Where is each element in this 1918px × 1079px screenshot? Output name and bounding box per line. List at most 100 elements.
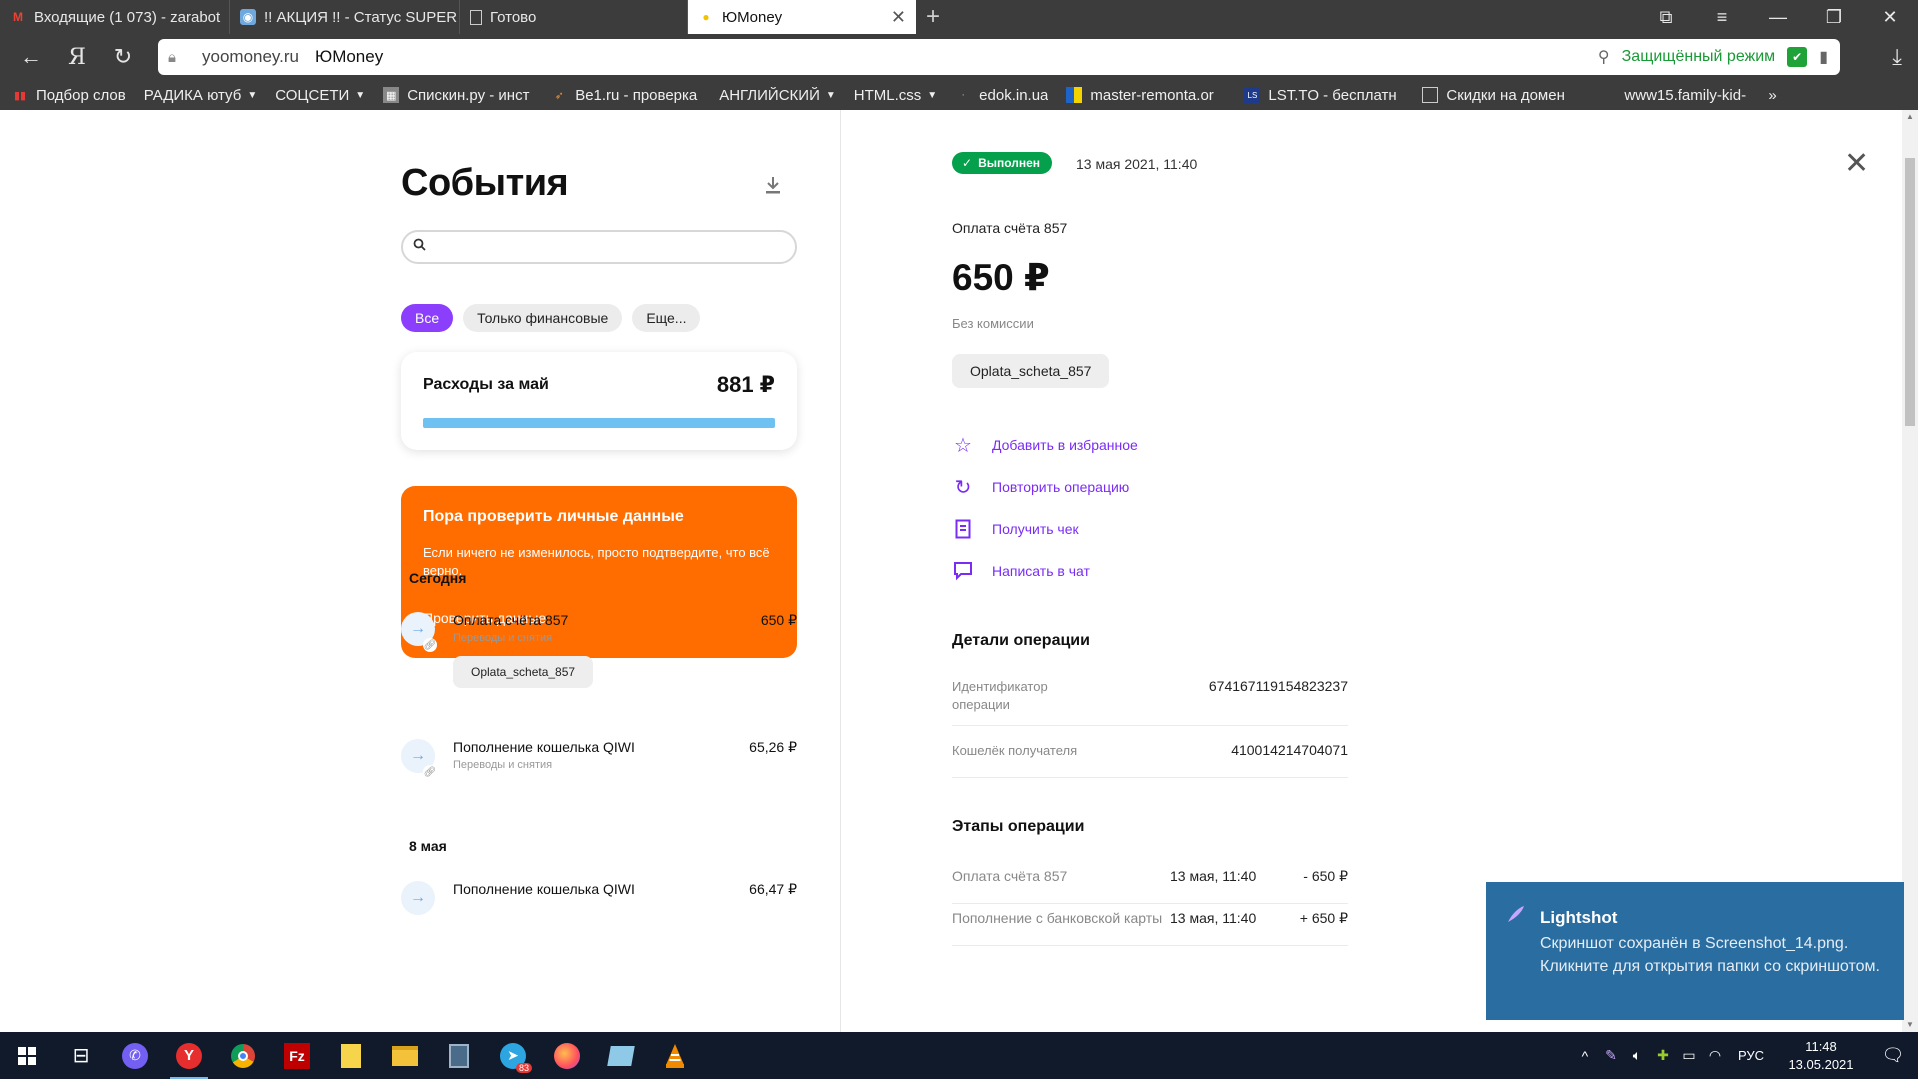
restore-icon[interactable]: ❐ [1806,0,1862,34]
close-tab-icon[interactable]: ✕ [883,7,906,28]
bookmark-item[interactable]: LS LST.TO - бесплатн [1244,87,1404,104]
add-favorite-button[interactable]: ☆ Добавить в избранное [952,432,1138,458]
lock-icon[interactable]: 🔒︎ [168,49,188,66]
search-input[interactable] [401,230,797,264]
bookmark-item[interactable]: ▮▮ Подбор слов [12,87,126,104]
tab-gmail[interactable]: M Входящие (1 073) - zarabot [0,0,230,34]
chevron-down-icon: ▼ [825,89,836,101]
tab-yoomoney[interactable]: ● ЮMoney ✕ [688,0,916,34]
tab-bar: M Входящие (1 073) - zarabot ◉ !! АКЦИЯ … [0,0,1918,34]
promo-title: Пора проверить личные данные [423,508,684,525]
stage-name: Оплата счёта 857 [952,868,1068,884]
scroll-down-icon[interactable]: ▼ [1902,1018,1918,1032]
bookmark-item[interactable]: Скидки на домен [1422,87,1582,104]
telegram-icon[interactable]: ➤ 83 [486,1032,540,1079]
detail-amount: 650 ₽ [952,257,1050,298]
bookmark-item[interactable]: ➶ Be1.ru - проверка [551,87,701,104]
operation-tag[interactable]: Oplata_scheta_857 [453,656,594,688]
list-item[interactable]: → 🔗︎ Оплата счёта 857 Переводы и снятия … [401,606,797,696]
reload-button[interactable]: ↻ [100,34,146,80]
minimize-icon[interactable]: — [1750,0,1806,34]
close-window-icon[interactable]: ✕ [1862,0,1918,34]
download-icon[interactable] [762,174,786,198]
language-indicator[interactable]: РУС [1738,1048,1764,1063]
file-explorer-icon[interactable] [378,1032,432,1079]
scroll-up-icon[interactable]: ▲ [1902,110,1918,124]
volume-icon[interactable]: 🔈︎ [1624,1047,1650,1064]
filter-all[interactable]: Все [401,304,454,332]
chrome-icon[interactable] [216,1032,270,1079]
stage-sum: - 650 ₽ [1303,868,1348,884]
bookmarks-bar: ▮▮ Подбор слов РАДИКА ютуб ▼ СОЦСЕТИ ▼ ▦ Спи… [0,80,1918,110]
notes-icon[interactable] [594,1032,648,1079]
download-icon[interactable]: ⤓ [1892,34,1902,80]
menu-icon[interactable]: ≡ [1694,0,1750,34]
bookmark-item[interactable]: ▦ Спискин.ру - инст [383,87,533,104]
repeat-operation-button[interactable]: ↻ Повторить операцию [952,474,1130,500]
new-tab-button[interactable]: + [916,0,950,34]
bookmark-folder[interactable]: АНГЛИЙСКИЙ ▼ [719,87,836,104]
operation-category: Переводы и снятия [453,632,553,644]
tab-akcia[interactable]: ◉ !! АКЦИЯ !! - Статус SUPER [230,0,460,34]
write-chat-button[interactable]: Написать в чат [952,558,1090,584]
taskbar: ⊟ ✆ Y Fz ➤ 83 ^ ✎ 🔈︎ ✚ ▭ ◠ РУС 11:48 13.… [0,1032,1918,1079]
lightshot-notification[interactable]: Lightshot Скриншот сохранён в Screenshot… [1486,882,1904,1020]
filter-financial[interactable]: Только финансовые [463,304,623,332]
list-item[interactable]: → Пополнение кошелька QIWI 66,47 ₽ [401,875,797,935]
vlc-icon[interactable] [648,1032,702,1079]
expense-progress [423,418,775,428]
chart-icon: ▮▮ [13,89,27,102]
lightshot-tray-icon[interactable]: ✎ [1598,1047,1624,1064]
windows-start-icon[interactable] [0,1032,54,1079]
filezilla-icon[interactable]: Fz [270,1032,324,1079]
detail-fee: Без комиссии [952,316,1034,331]
detail-value: 674167119154823237 [1208,678,1348,694]
page-scrollbar[interactable]: ▲ ▼ [1902,110,1918,1032]
firefox-icon[interactable] [540,1032,594,1079]
battery-icon[interactable]: ▭ [1676,1047,1702,1064]
wifi-icon[interactable]: ◠ [1702,1047,1728,1064]
url-field[interactable]: 🔒︎ yoomoney.ru ЮMoney ⚲ Защищённый режим… [158,39,1840,75]
search-icon[interactable]: ⚲ [1598,47,1610,67]
chevron-up-icon[interactable]: ^ [1572,1048,1598,1064]
more-bookmarks-icon[interactable]: » [1768,87,1776,104]
yandex-icon[interactable]: Я [54,34,100,80]
calculator-icon[interactable] [432,1032,486,1079]
notifications-icon[interactable]: 🗨︎ [1868,1045,1918,1066]
expense-card[interactable]: Расходы за май 881 ₽ [401,352,797,450]
close-icon[interactable]: ✕ [1844,146,1869,181]
arrow-right-icon: → [401,881,435,915]
clock[interactable]: 11:48 13.05.2021 [1774,1038,1868,1074]
back-button[interactable]: ← [8,34,54,80]
yandex-browser-icon[interactable]: Y [162,1032,216,1079]
detail-tag[interactable]: Oplata_scheta_857 [952,354,1110,388]
operation-date: 13 мая 2021, 11:40 [1076,156,1198,172]
plus-tray-icon[interactable]: ✚ [1650,1047,1676,1064]
list-item[interactable]: → 🔗︎ Пополнение кошелька QIWI Переводы и… [401,733,797,793]
bookmark-item[interactable]: master-remonta.or [1066,87,1226,104]
tab-title: Готово [490,8,537,26]
task-view-icon[interactable]: ⊟ [54,1032,108,1079]
bookmark-folder[interactable]: РАДИКА ютуб ▼ [144,87,257,104]
filter-more[interactable]: Еще... [632,304,701,332]
protected-mode-label[interactable]: Защищённый режим [1622,48,1776,66]
viber-icon[interactable]: ✆ [108,1032,162,1079]
operation-title: Пополнение кошелька QIWI [453,881,635,897]
site-icon: · [961,89,965,101]
bookmarks-panel-icon[interactable]: ⧉ [1638,0,1694,34]
shield-icon[interactable]: ✔ [1787,47,1808,67]
expense-label: Расходы за май [423,376,549,393]
bookmark-icon[interactable]: ▮ [1819,47,1828,67]
bookmark-folder[interactable]: СОЦСЕТИ ▼ [275,87,365,104]
page-icon [1422,87,1439,103]
bookmark-item[interactable]: · edok.in.ua [955,87,1048,104]
bookmark-folder[interactable]: HTML.css ▼ [854,87,937,104]
flag-icon [1066,87,1083,103]
get-receipt-button[interactable]: Получить чек [952,516,1079,542]
expense-progress-fill [423,418,775,428]
notepad-icon[interactable] [324,1032,378,1079]
scroll-thumb[interactable] [1905,158,1915,426]
bookmark-item[interactable]: www15.family-kid- [1600,87,1750,104]
clock-date: 13.05.2021 [1788,1056,1854,1072]
tab-gotovo[interactable]: Готово [460,0,688,34]
